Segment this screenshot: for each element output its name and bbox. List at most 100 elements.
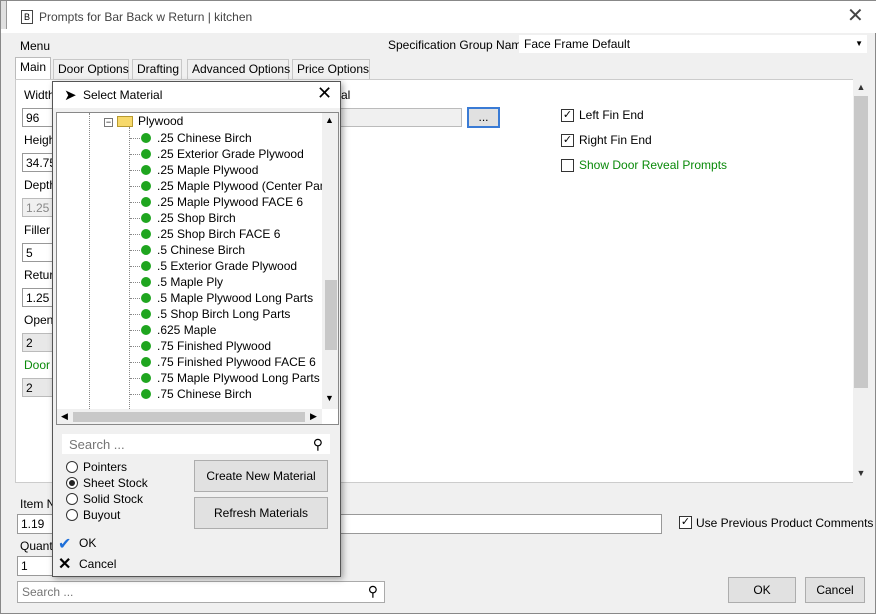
bottom-search-input[interactable] — [22, 585, 352, 599]
tree-connector — [130, 394, 140, 395]
material-item[interactable]: .5 Shop Birch Long Parts — [141, 306, 290, 322]
create-material-button[interactable]: Create New Material — [194, 460, 328, 492]
material-item-label: .5 Chinese Birch — [157, 243, 246, 257]
search-icon[interactable]: ⚲ — [313, 436, 323, 453]
material-dot-icon — [141, 341, 151, 351]
chevron-down-icon: ▼ — [855, 39, 863, 48]
material-search-box[interactable]: ⚲ — [62, 434, 330, 454]
scroll-down-icon[interactable]: ▼ — [853, 465, 869, 481]
material-dot-icon — [141, 197, 151, 207]
material-item-label: .25 Maple Plywood (Center Panel) — [157, 179, 339, 193]
check-icon: ✔ — [58, 536, 72, 553]
scroll-down-icon[interactable]: ▼ — [325, 393, 334, 403]
material-dot-icon — [141, 181, 151, 191]
popup-ok-label[interactable]: OK — [79, 536, 96, 550]
tree-connector — [130, 378, 140, 379]
material-item[interactable]: .25 Maple Plywood (Center Panel) — [141, 178, 339, 194]
radio-buyout[interactable] — [66, 509, 78, 521]
material-item[interactable]: .5 Maple Plywood Long Parts — [141, 290, 313, 306]
select-material-title: Select Material — [83, 88, 163, 102]
tree-horizontal-scrollbar[interactable]: ◀ ▶ — [57, 409, 322, 424]
material-search-input[interactable] — [69, 437, 299, 452]
tree-connector — [130, 314, 140, 315]
browse-material-button[interactable]: ... — [467, 107, 500, 128]
bottom-search-box[interactable]: ⚲ — [17, 581, 385, 603]
material-item-label: .25 Shop Birch FACE 6 — [157, 227, 281, 241]
menu-button[interactable]: Menu — [20, 39, 50, 53]
radio-sheet-stock[interactable] — [66, 477, 78, 489]
tab-advanced-options[interactable]: Advanced Options — [187, 59, 290, 79]
radio-buyout-label: Buyout — [83, 508, 121, 522]
height-label: Heigh — [24, 133, 56, 147]
collapse-toggle-icon[interactable]: − — [104, 118, 113, 127]
material-item[interactable]: .25 Shop Birch FACE 6 — [141, 226, 280, 242]
scroll-right-icon[interactable]: ▶ — [310, 411, 317, 422]
right-fin-checkbox[interactable]: ✓ — [561, 134, 574, 147]
tree-connector — [130, 362, 140, 363]
tab-door-options[interactable]: Door Options — [53, 59, 129, 79]
tree-connector — [130, 234, 140, 235]
material-item[interactable]: .75 Chinese Birch — [141, 386, 252, 402]
material-dot-icon — [141, 149, 151, 159]
material-tree[interactable]: − Plywood .25 Chinese Birch .25 Exterior … — [56, 112, 339, 425]
material-item[interactable]: .75 Finished Plywood FACE 6 — [141, 354, 316, 370]
left-fin-label: Left Fin End — [579, 108, 644, 122]
tree-connector — [130, 346, 140, 347]
material-item[interactable]: .25 Maple Plywood — [141, 162, 258, 178]
material-item[interactable]: .5 Chinese Birch — [141, 242, 245, 258]
panel-scrollbar[interactable]: ▲ ▼ — [853, 79, 869, 483]
radio-solid-stock[interactable] — [66, 493, 78, 505]
material-item-label: .75 Finished Plywood FACE 6 — [157, 355, 316, 369]
popup-cancel-label[interactable]: Cancel — [79, 557, 116, 571]
material-dot-icon — [141, 245, 151, 255]
scroll-thumb[interactable] — [854, 96, 868, 388]
material-item[interactable]: .625 Maple — [141, 322, 216, 338]
tree-connector — [130, 266, 140, 267]
ok-button[interactable]: OK — [728, 577, 796, 603]
cursor-icon: ➤ — [64, 87, 77, 104]
spec-group-label: Specification Group Name — [388, 38, 529, 52]
folder-label[interactable]: Plywood — [138, 114, 183, 128]
door-reveal-checkbox[interactable] — [561, 159, 574, 172]
tree-scroll-thumb[interactable] — [325, 280, 337, 350]
tree-connector — [130, 218, 140, 219]
material-item[interactable]: .25 Shop Birch — [141, 210, 236, 226]
material-item[interactable]: .25 Chinese Birch — [141, 130, 252, 146]
material-item[interactable]: .5 Exterior Grade Plywood — [141, 258, 297, 274]
tab-price-options[interactable]: Price Options — [292, 59, 370, 79]
left-fin-checkbox[interactable]: ✓ — [561, 109, 574, 122]
tree-connector — [130, 282, 140, 283]
material-item[interactable]: .25 Maple Plywood FACE 6 — [141, 194, 303, 210]
material-item-label: .5 Maple Plywood Long Parts — [157, 291, 314, 305]
scroll-up-icon[interactable]: ▲ — [853, 79, 869, 95]
tab-main[interactable]: Main — [15, 57, 51, 79]
tree-hscroll-thumb[interactable] — [73, 412, 305, 422]
scroll-up-icon[interactable]: ▲ — [325, 115, 334, 125]
tree-connector — [130, 170, 140, 171]
spec-group-select[interactable]: Face Frame Default ▼ — [519, 35, 867, 53]
quantity-input[interactable]: 1 — [17, 556, 53, 576]
material-item-label: .25 Chinese Birch — [157, 131, 252, 145]
use-prev-comments-checkbox[interactable]: ✓ — [679, 516, 692, 529]
search-icon[interactable]: ⚲ — [368, 583, 378, 600]
close-icon[interactable]: ✕ — [317, 83, 332, 104]
material-item[interactable]: .75 Maple Plywood Long Parts — [141, 370, 320, 386]
scroll-left-icon[interactable]: ◀ — [61, 411, 68, 422]
tab-drafting[interactable]: Drafting — [132, 59, 182, 79]
material-dot-icon — [141, 213, 151, 223]
radio-pointers[interactable] — [66, 461, 78, 473]
material-item-label: .75 Chinese Birch — [157, 387, 252, 401]
material-item-label: .625 Maple — [157, 323, 217, 337]
spec-group-value: Face Frame Default — [524, 37, 631, 51]
cancel-button[interactable]: Cancel — [805, 577, 865, 603]
width-label: Width — [24, 88, 55, 102]
material-item[interactable]: .25 Exterior Grade Plywood — [141, 146, 304, 162]
material-input — [340, 108, 462, 127]
tree-vertical-scrollbar[interactable]: ▲ ▼ — [322, 113, 338, 409]
tree-connector — [130, 186, 140, 187]
material-dot-icon — [141, 389, 151, 399]
material-item[interactable]: .5 Maple Ply — [141, 274, 223, 290]
material-item[interactable]: .75 Finished Plywood — [141, 338, 271, 354]
refresh-materials-button[interactable]: Refresh Materials — [194, 497, 328, 529]
close-icon[interactable]: ✕ — [847, 6, 864, 26]
